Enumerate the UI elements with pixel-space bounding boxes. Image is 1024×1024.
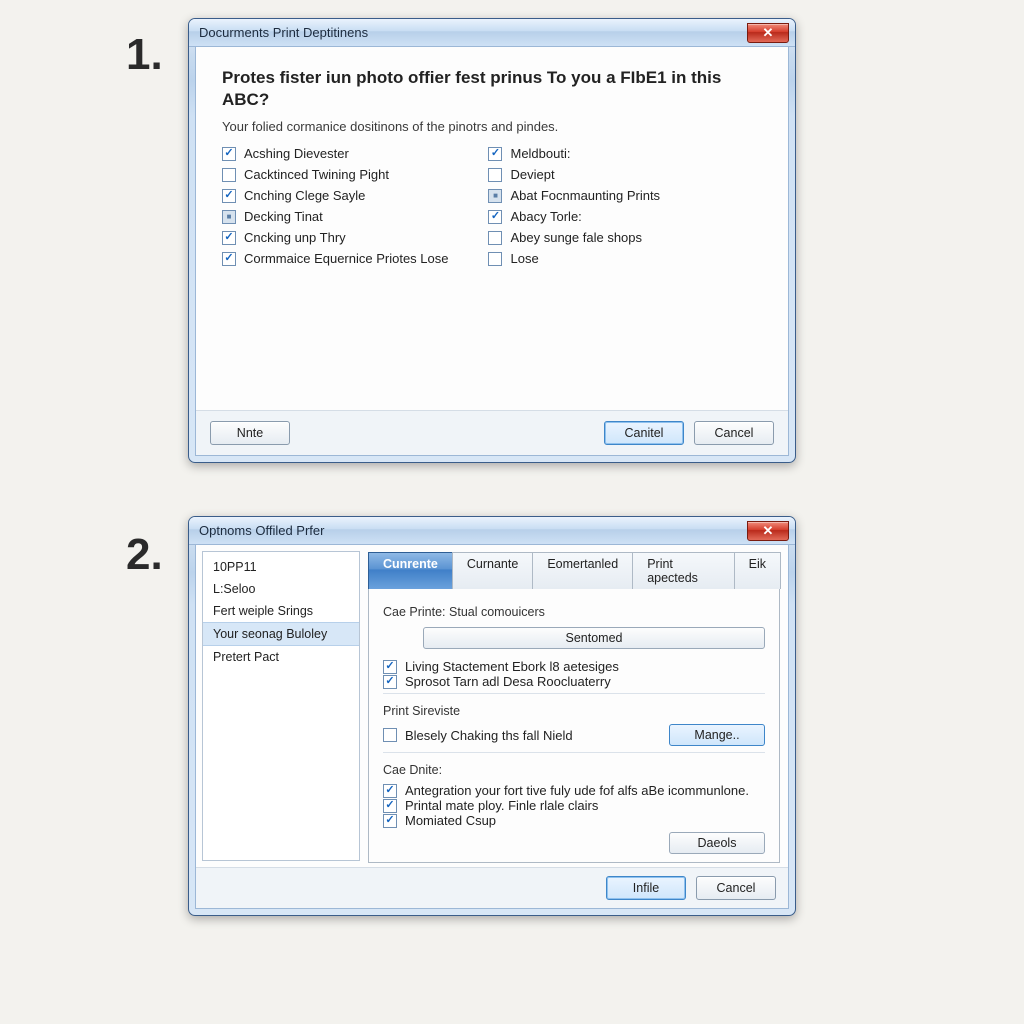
checkbox-icon [222, 189, 236, 203]
checkbox-item[interactable]: Lose [488, 251, 660, 266]
close-icon[interactable]: ✕ [747, 23, 789, 43]
dialog-1-window: Docurments Print Deptitinens ✕ Protes fi… [188, 18, 796, 463]
cancel-button[interactable]: Cancel [696, 876, 776, 900]
dialog-1-title: Docurments Print Deptitinens [199, 25, 368, 40]
dialog-2-title: Optnoms Offiled Prfer [199, 523, 324, 538]
checkbox-label: Abat Focnmaunting Prints [510, 188, 660, 203]
dialog-1-heading: Protes fister iun photo offier fest prin… [222, 67, 762, 111]
checkbox-icon [488, 210, 502, 224]
tab[interactable]: Eik [734, 552, 781, 589]
cancel-button[interactable]: Cancel [694, 421, 774, 445]
section-2-title: Print Sireviste [383, 704, 765, 718]
checkbox-item[interactable]: Acshing Dievester [222, 146, 448, 161]
checkbox-icon [222, 168, 236, 182]
checkbox-icon [383, 814, 397, 828]
sidebar-item[interactable]: Pretert Pact [203, 646, 359, 668]
tab[interactable]: Cunrente [368, 552, 453, 589]
tab[interactable]: Eomertanled [532, 552, 633, 589]
checkbox-item[interactable]: Cncking unp Thry [222, 230, 448, 245]
checkbox-icon [383, 660, 397, 674]
checkbox-icon [488, 252, 502, 266]
checkbox-item[interactable]: Blesely Chaking ths fall Nield [383, 728, 573, 743]
close-icon[interactable]: ✕ [747, 521, 789, 541]
checkbox-item[interactable]: Meldbouti: [488, 146, 660, 161]
checkbox-icon [488, 168, 502, 182]
checkbox-label: Antegration your fort tive fuly ude fof … [405, 783, 749, 798]
checkbox-label: Acshing Dievester [244, 146, 349, 161]
confirm-button[interactable]: Canitel [604, 421, 684, 445]
checkbox-label: Cncking unp Thry [244, 230, 346, 245]
checkbox-icon [488, 231, 502, 245]
checkbox-item[interactable]: Momiated Csup [383, 813, 765, 828]
checkbox-label: Cnching Clege Sayle [244, 188, 365, 203]
checkbox-item[interactable]: Sprosot Tarn adl Desa Roocluaterry [383, 674, 765, 689]
sentomed-button[interactable]: Sentomed [423, 627, 765, 649]
checkbox-label: Printal mate ploy. Finle rlale clairs [405, 798, 598, 813]
sidebar-item[interactable]: Your seonag Buloley [203, 622, 359, 646]
checkbox-icon [222, 252, 236, 266]
checkbox-item[interactable]: Living Stactement Ebork l8 aetesiges [383, 659, 765, 674]
checkbox-item[interactable]: Printal mate ploy. Finle rlale clairs [383, 798, 765, 813]
section-1-title: Cae Printe: Stual comouicers [383, 605, 765, 619]
checkbox-label: Meldbouti: [510, 146, 570, 161]
sidebar-item[interactable]: 10PP11 [203, 556, 359, 578]
checkbox-item[interactable]: Abat Focnmaunting Prints [488, 188, 660, 203]
step-number-1: 1. [126, 30, 163, 80]
checkbox-item[interactable]: Abacy Torle: [488, 209, 660, 224]
manage-button[interactable]: Mange.. [669, 724, 765, 746]
dialog-2-titlebar[interactable]: Optnoms Offiled Prfer ✕ [189, 517, 795, 545]
note-button[interactable]: Nnte [210, 421, 290, 445]
checkbox-label: Lose [510, 251, 538, 266]
checkbox-label: Decking Tinat [244, 209, 323, 224]
checkbox-icon [222, 231, 236, 245]
sidebar-item[interactable]: L:Seloo [203, 578, 359, 600]
checkbox-icon [383, 799, 397, 813]
checkbox-label: Sprosot Tarn adl Desa Roocluaterry [405, 674, 611, 689]
dialog-1-titlebar[interactable]: Docurments Print Deptitinens ✕ [189, 19, 795, 47]
sidebar-item[interactable]: Fert weiple Srings [203, 600, 359, 622]
checkbox-item[interactable]: Cormmaice Equernice Priotes Lose [222, 251, 448, 266]
checkbox-icon [383, 675, 397, 689]
checkbox-icon [222, 147, 236, 161]
checkbox-item[interactable]: Abey sunge fale shops [488, 230, 660, 245]
checkbox-label: Blesely Chaking ths fall Nield [405, 728, 573, 743]
checkbox-label: Abacy Torle: [510, 209, 581, 224]
dialog-2-window: Optnoms Offiled Prfer ✕ 10PP11L:SelooFer… [188, 516, 796, 916]
confirm-button[interactable]: Infile [606, 876, 686, 900]
checkbox-item[interactable]: Deviept [488, 167, 660, 182]
checkbox-icon [383, 728, 397, 742]
tab[interactable]: Curnante [452, 552, 533, 589]
checkbox-label: Deviept [510, 167, 554, 182]
step-number-2: 2. [126, 530, 163, 580]
checkbox-label: Living Stactement Ebork l8 aetesiges [405, 659, 619, 674]
checkbox-label: Abey sunge fale shops [510, 230, 642, 245]
checkbox-icon [383, 784, 397, 798]
section-3-title: Cae Dnite: [383, 763, 765, 777]
tab[interactable]: Print apecteds [632, 552, 734, 589]
checkbox-label: Momiated Csup [405, 813, 496, 828]
checkbox-item[interactable]: Decking Tinat [222, 209, 448, 224]
details-button[interactable]: Daeols [669, 832, 765, 854]
checkbox-item[interactable]: Cnching Clege Sayle [222, 188, 448, 203]
dialog-2-sidebar: 10PP11L:SelooFert weiple SringsYour seon… [202, 551, 360, 861]
checkbox-icon [222, 210, 236, 224]
dialog-1-subtext: Your folied cormanice dositinons of the … [222, 119, 762, 134]
checkbox-label: Cacktinced Twining Pight [244, 167, 389, 182]
checkbox-item[interactable]: Cacktinced Twining Pight [222, 167, 448, 182]
checkbox-label: Cormmaice Equernice Priotes Lose [244, 251, 448, 266]
checkbox-item[interactable]: Antegration your fort tive fuly ude fof … [383, 783, 765, 798]
checkbox-icon [488, 147, 502, 161]
dialog-2-tabs: CunrenteCurnanteEomertanledPrint apected… [368, 551, 780, 589]
checkbox-icon [488, 189, 502, 203]
